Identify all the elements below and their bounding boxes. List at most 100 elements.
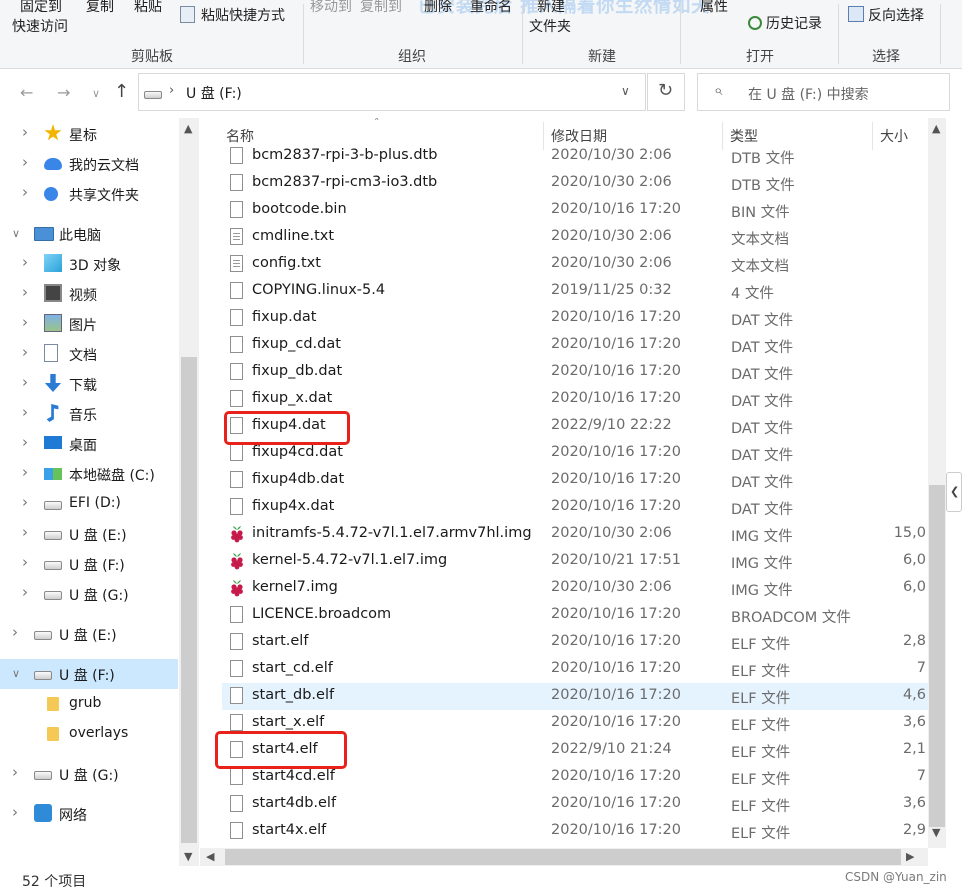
file-row[interactable]: fixup_db.dat 2020/10/16 17:20 DAT 文件 xyxy=(222,359,928,386)
file-row[interactable]: start.elf 2020/10/16 17:20 ELF 文件 2,8 xyxy=(222,629,928,656)
nav-item[interactable]: › 桌面 xyxy=(0,429,178,459)
scroll-down-arrow-icon[interactable]: ▼ xyxy=(184,850,192,863)
nav-item[interactable]: › U 盘 (F:) xyxy=(0,549,178,579)
history-button[interactable]: 历史记录 xyxy=(748,13,822,33)
address-bar[interactable]: › U 盘 (F:) ∨ xyxy=(138,73,646,111)
nav-item[interactable]: › 3D 对象 xyxy=(0,249,178,279)
file-row[interactable]: fixup_cd.dat 2020/10/16 17:20 DAT 文件 xyxy=(222,332,928,359)
file-row[interactable]: start_cd.elf 2020/10/16 17:20 ELF 文件 7 xyxy=(222,656,928,683)
address-dropdown-chevron-icon[interactable]: ∨ xyxy=(621,84,630,98)
expand-chevron-right-icon[interactable]: › xyxy=(22,313,28,331)
expand-chevron-right-icon[interactable]: › xyxy=(22,493,28,511)
nav-item[interactable]: overlays xyxy=(0,719,178,749)
scroll-left-arrow-icon[interactable]: ◀ xyxy=(206,850,214,863)
rename-button[interactable]: 重命名 xyxy=(470,0,512,16)
recent-locations-chevron-icon[interactable]: ∨ xyxy=(92,87,100,100)
nav-pane-scrollbar[interactable]: ▲ ▼ xyxy=(179,118,199,866)
scroll-right-arrow-icon[interactable]: ▶ xyxy=(906,850,914,863)
expand-chevron-right-icon[interactable]: › xyxy=(22,183,28,201)
file-row[interactable]: LICENCE.broadcom 2020/10/16 17:20 BROADCOM… xyxy=(222,602,928,629)
expand-chevron-right-icon[interactable]: › xyxy=(12,803,18,821)
scroll-up-arrow-icon[interactable]: ▲ xyxy=(184,122,192,135)
new-folder-button[interactable]: 新建 xyxy=(537,0,565,16)
expand-chevron-right-icon[interactable]: › xyxy=(22,283,28,301)
file-row[interactable]: start4db.elf 2020/10/16 17:20 ELF 文件 3,6 xyxy=(222,791,928,818)
expand-chevron-right-icon[interactable]: › xyxy=(22,523,28,541)
file-row[interactable]: fixup4x.dat 2020/10/16 17:20 DAT 文件 xyxy=(222,494,928,521)
pin-quick-access-button[interactable]: 固定到 xyxy=(20,0,62,16)
expand-chevron-right-icon[interactable]: › xyxy=(12,763,18,781)
properties-button[interactable]: 属性 xyxy=(700,0,728,16)
address-path[interactable]: U 盘 (F:) xyxy=(186,83,242,103)
expand-chevron-right-icon[interactable]: › xyxy=(22,373,28,391)
nav-item[interactable]: › 网络 xyxy=(0,799,178,829)
expand-chevron-down-icon[interactable]: ∨ xyxy=(12,667,20,680)
scroll-up-arrow-icon[interactable]: ▲ xyxy=(932,122,940,135)
nav-item[interactable]: › U 盘 (E:) xyxy=(0,519,178,549)
expand-chevron-right-icon[interactable]: › xyxy=(22,343,28,361)
nav-item[interactable]: › U 盘 (E:) xyxy=(0,619,178,649)
expand-chevron-right-icon[interactable]: › xyxy=(22,123,28,141)
file-row[interactable]: bcm2837-rpi-3-b-plus.dtb 2020/10/30 2:06 D… xyxy=(222,143,928,170)
collapse-pane-button[interactable]: ❮ xyxy=(946,472,962,512)
expand-chevron-right-icon[interactable]: › xyxy=(22,463,28,481)
nav-item[interactable]: › 音乐 xyxy=(0,399,178,429)
expand-chevron-right-icon[interactable]: › xyxy=(22,403,28,421)
up-arrow-icon[interactable]: ↑ xyxy=(114,81,129,102)
scroll-down-arrow-icon[interactable]: ▼ xyxy=(932,826,940,839)
nav-item[interactable]: › 星标 xyxy=(0,119,178,149)
expand-chevron-right-icon[interactable]: › xyxy=(22,153,28,171)
file-row[interactable]: COPYING.linux-5.4 2019/11/25 0:32 4 文件 xyxy=(222,278,928,305)
expand-chevron-down-icon[interactable]: ∨ xyxy=(12,227,20,240)
nav-item[interactable]: › 本地磁盘 (C:) xyxy=(0,459,178,489)
expand-chevron-right-icon[interactable]: › xyxy=(22,583,28,601)
nav-item[interactable]: › EFI (D:) xyxy=(0,489,178,519)
file-list-scroll-thumb[interactable] xyxy=(929,485,945,827)
file-row[interactable]: kernel7.img 2020/10/30 2:06 IMG 文件 6,0 xyxy=(222,575,928,602)
nav-item[interactable]: › U 盘 (G:) xyxy=(0,759,178,789)
file-row[interactable]: bcm2837-rpi-cm3-io3.dtb 2020/10/30 2:06 DT… xyxy=(222,170,928,197)
nav-item[interactable]: ∨ U 盘 (F:) xyxy=(0,659,178,689)
file-row[interactable]: start4x.elf 2020/10/16 17:20 ELF 文件 2,9 xyxy=(222,818,928,845)
file-date: 2020/10/16 17:20 xyxy=(551,687,681,703)
delete-button[interactable]: 删除 xyxy=(424,0,452,16)
nav-item[interactable]: › 下载 xyxy=(0,369,178,399)
horizontal-scroll-thumb[interactable] xyxy=(225,849,901,865)
nav-item[interactable]: ∨ 此电脑 xyxy=(0,219,178,249)
nav-item[interactable]: › 我的云文档 xyxy=(0,149,178,179)
forward-arrow-icon[interactable]: → xyxy=(57,83,70,102)
expand-chevron-right-icon[interactable]: › xyxy=(22,433,28,451)
nav-item[interactable]: › 视频 xyxy=(0,279,178,309)
nav-item[interactable]: › U 盘 (G:) xyxy=(0,579,178,609)
invert-selection-button[interactable]: 反向选择 xyxy=(848,5,924,25)
expand-chevron-right-icon[interactable]: › xyxy=(22,253,28,271)
file-row[interactable]: cmdline.txt 2020/10/30 2:06 文本文档 xyxy=(222,224,928,251)
move-to-button[interactable]: 移动到 xyxy=(310,0,352,16)
refresh-button[interactable]: ↻ xyxy=(647,73,685,111)
expand-chevron-right-icon[interactable]: › xyxy=(12,623,18,641)
cube-icon xyxy=(44,254,62,272)
file-row[interactable]: kernel-5.4.72-v7l.1.el7.img 2020/10/21 17… xyxy=(222,548,928,575)
file-row[interactable]: config.txt 2020/10/30 2:06 文本文档 xyxy=(222,251,928,278)
file-row[interactable]: initramfs-5.4.72-v7l.1.el7.armv7hl.img 20… xyxy=(222,521,928,548)
search-box[interactable]: ⌕ 在 U 盘 (F:) 中搜索 xyxy=(697,73,950,111)
paste-button[interactable]: 粘贴 xyxy=(134,0,162,16)
nav-item[interactable]: grub xyxy=(0,689,178,719)
search-placeholder[interactable]: 在 U 盘 (F:) 中搜索 xyxy=(748,84,869,104)
expand-chevron-right-icon[interactable]: › xyxy=(22,553,28,571)
file-row[interactable]: bootcode.bin 2020/10/16 17:20 BIN 文件 xyxy=(222,197,928,224)
nav-item[interactable]: › 图片 xyxy=(0,309,178,339)
file-row[interactable]: fixup.dat 2020/10/16 17:20 DAT 文件 xyxy=(222,305,928,332)
nav-item[interactable]: › 共享文件夹 xyxy=(0,179,178,209)
file-list-vertical-scrollbar[interactable]: ▲ ▼ xyxy=(928,118,946,848)
nav-scroll-thumb[interactable] xyxy=(181,357,197,843)
back-arrow-icon[interactable]: ← xyxy=(20,83,33,102)
copy-to-button[interactable]: 复制到 xyxy=(360,0,402,16)
paste-shortcut-button[interactable]: 粘贴快捷方式 xyxy=(180,5,285,25)
file-row[interactable]: start_db.elf 2020/10/16 17:20 ELF 文件 4,6 xyxy=(222,683,928,710)
file-row[interactable]: fixup4db.dat 2020/10/16 17:20 DAT 文件 xyxy=(222,467,928,494)
file-row[interactable]: fixup_x.dat 2020/10/16 17:20 DAT 文件 xyxy=(222,386,928,413)
file-list-horizontal-scrollbar[interactable]: ◀ ▶ xyxy=(200,848,928,866)
copy-button[interactable]: 复制 xyxy=(86,0,114,16)
nav-item[interactable]: › 文档 xyxy=(0,339,178,369)
